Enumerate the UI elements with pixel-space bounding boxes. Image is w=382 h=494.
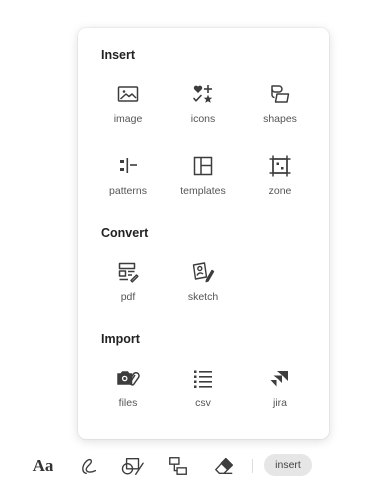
- section-title-convert: Convert: [101, 226, 149, 240]
- sketch-icon: [189, 258, 217, 286]
- menu-item-label: jira: [272, 397, 287, 409]
- menu-item-csv[interactable]: csv: [168, 364, 238, 414]
- text-icon: Aa: [32, 456, 54, 475]
- text-tool-button[interactable]: Aa: [30, 452, 56, 480]
- menu-item-label: csv: [195, 397, 211, 409]
- pdf-icon: [114, 258, 142, 286]
- menu-item-label: pdf: [120, 291, 136, 303]
- menu-item-sketch[interactable]: sketch: [168, 258, 238, 308]
- menu-item-label: patterns: [109, 185, 147, 197]
- menu-item-templates[interactable]: templates: [168, 152, 238, 202]
- image-icon: [114, 80, 142, 108]
- shape-icon: [120, 455, 146, 477]
- section-title-insert: Insert: [101, 48, 136, 62]
- jira-icon: [266, 364, 294, 392]
- menu-item-label: sketch: [187, 291, 219, 303]
- toolbar-divider: [252, 459, 253, 473]
- menu-item-jira[interactable]: jira: [245, 364, 315, 414]
- patterns-icon: [114, 152, 142, 180]
- pen-icon: [78, 455, 100, 477]
- section-title-import: Import: [101, 332, 140, 346]
- menu-item-label: shapes: [263, 113, 297, 125]
- menu-item-label: image: [113, 113, 143, 125]
- menu-item-icons[interactable]: icons: [168, 80, 238, 130]
- canvas: Insert image icons shapes patterns templ…: [0, 0, 382, 494]
- menu-item-label: icons: [190, 113, 216, 125]
- zone-icon: [266, 152, 294, 180]
- csv-icon: [189, 364, 217, 392]
- menu-item-shapes[interactable]: shapes: [245, 80, 315, 130]
- menu-item-image[interactable]: image: [93, 80, 163, 130]
- pen-tool-button[interactable]: [76, 452, 102, 480]
- insert-button[interactable]: insert: [264, 454, 312, 476]
- files-icon: [114, 364, 142, 392]
- eraser-tool-button[interactable]: [211, 452, 237, 480]
- menu-item-label: templates: [180, 185, 226, 197]
- eraser-icon: [213, 455, 235, 477]
- menu-item-files[interactable]: files: [93, 364, 163, 414]
- menu-item-patterns[interactable]: patterns: [93, 152, 163, 202]
- icons-icon: [189, 80, 217, 108]
- connector-tool-button[interactable]: [165, 452, 191, 480]
- menu-item-label: files: [118, 397, 138, 409]
- templates-icon: [189, 152, 217, 180]
- menu-item-label: zone: [268, 185, 292, 197]
- shape-tool-button[interactable]: [118, 452, 148, 480]
- menu-item-zone[interactable]: zone: [245, 152, 315, 202]
- insert-menu-popover: Insert image icons shapes patterns templ…: [78, 28, 329, 439]
- menu-item-pdf[interactable]: pdf: [93, 258, 163, 308]
- connector-icon: [167, 455, 189, 477]
- bottom-toolbar: Aa insert: [0, 449, 382, 483]
- shapes-icon: [266, 80, 294, 108]
